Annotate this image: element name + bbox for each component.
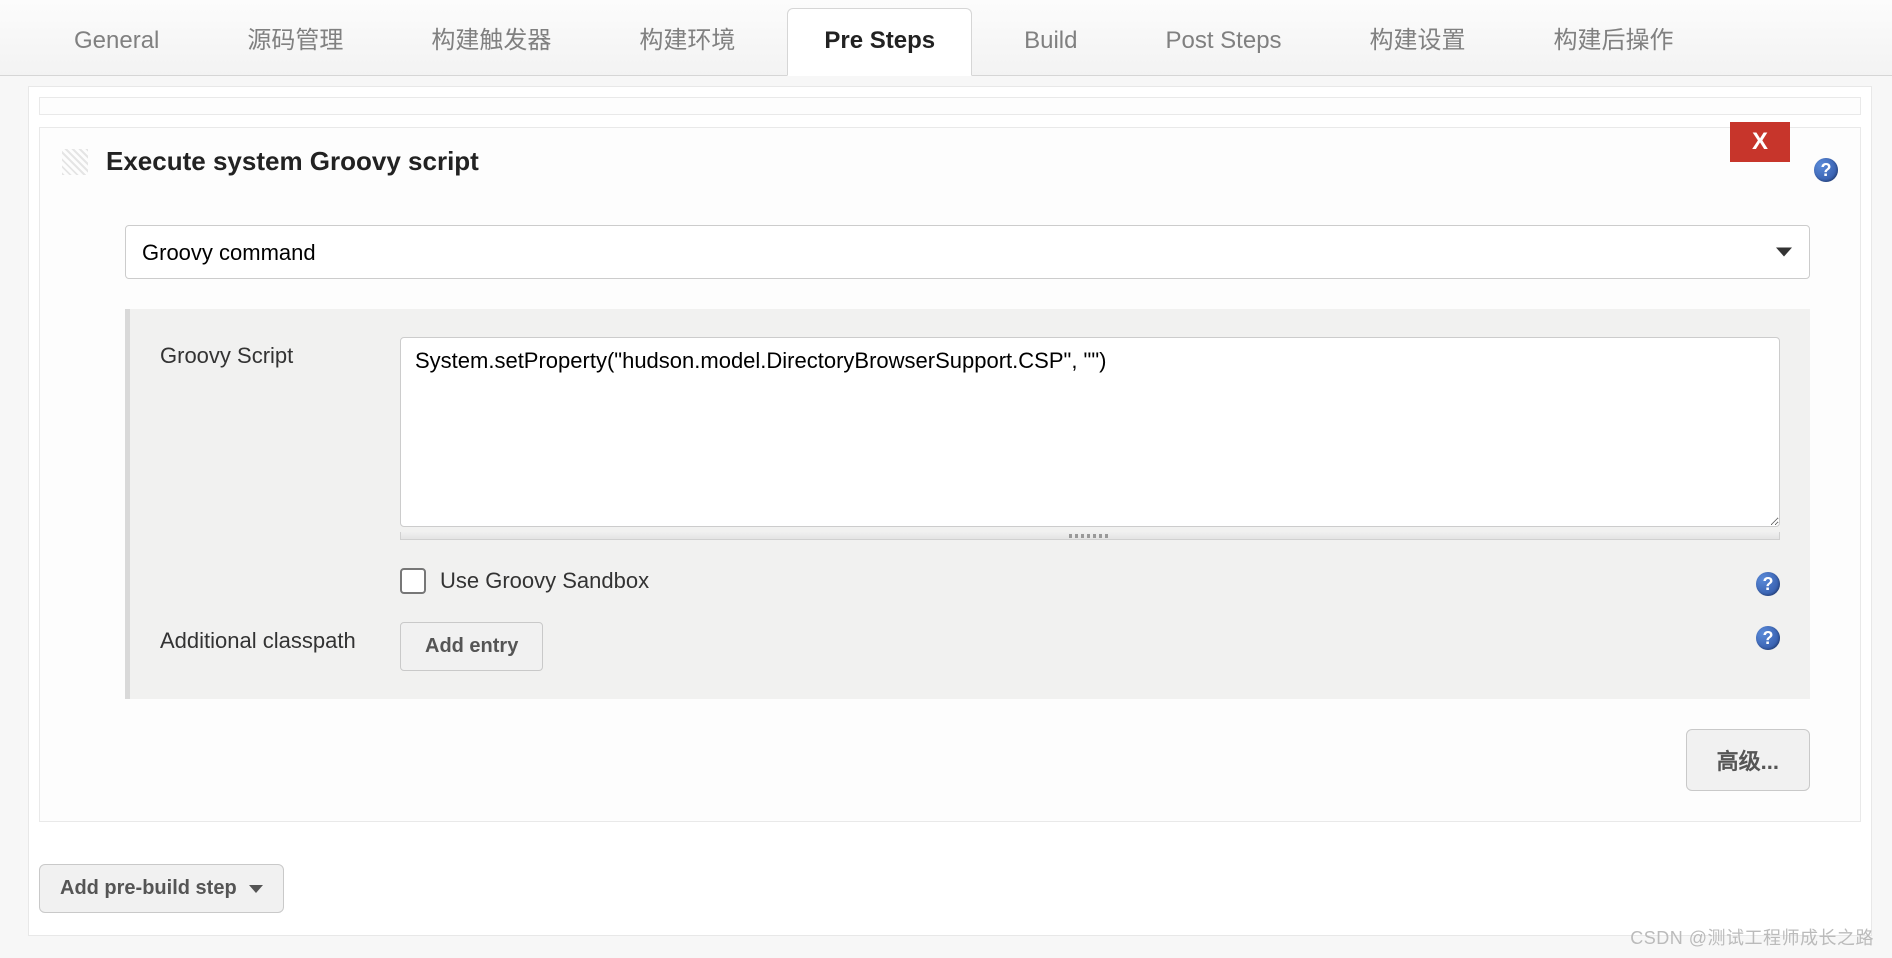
textarea-resize-handle[interactable] — [400, 532, 1780, 540]
previous-section-footer — [39, 97, 1861, 115]
step-title: Execute system Groovy script — [106, 146, 479, 177]
tab-general[interactable]: General — [38, 7, 195, 75]
tab-build-settings[interactable]: 构建设置 — [1334, 7, 1502, 75]
tab-post-build[interactable]: 构建后操作 — [1518, 7, 1710, 75]
build-step-block: X ? Execute system Groovy script Groovy … — [39, 127, 1861, 822]
help-icon[interactable]: ? — [1814, 158, 1838, 182]
groovy-script-label: Groovy Script — [160, 337, 400, 369]
groovy-script-textarea[interactable] — [400, 337, 1780, 527]
tab-post-steps[interactable]: Post Steps — [1129, 7, 1317, 75]
groovy-sandbox-label: Use Groovy Sandbox — [440, 568, 649, 594]
tab-pre-steps[interactable]: Pre Steps — [787, 8, 972, 76]
tab-build[interactable]: Build — [988, 7, 1113, 75]
delete-step-button[interactable]: X — [1730, 122, 1790, 162]
tab-triggers[interactable]: 构建触发器 — [395, 7, 587, 75]
config-box: Groovy Script Use Groovy Sandbox ? A — [125, 309, 1810, 699]
help-icon[interactable]: ? — [1756, 572, 1780, 596]
advanced-button[interactable]: 高级... — [1686, 729, 1810, 791]
chevron-down-icon — [249, 885, 263, 893]
config-tabs: General 源码管理 构建触发器 构建环境 Pre Steps Build … — [0, 0, 1892, 76]
additional-classpath-label: Additional classpath — [160, 622, 400, 654]
add-pre-build-step-button[interactable]: Add pre-build step — [39, 864, 284, 913]
add-entry-button[interactable]: Add entry — [400, 622, 543, 671]
main-panel: X ? Execute system Groovy script Groovy … — [28, 86, 1872, 936]
groovy-sandbox-checkbox[interactable] — [400, 568, 426, 594]
add-pre-build-step-label: Add pre-build step — [60, 877, 237, 900]
help-icon[interactable]: ? — [1756, 626, 1780, 650]
drag-handle-icon[interactable] — [62, 149, 88, 175]
script-type-select[interactable]: Groovy command — [125, 225, 1810, 279]
tab-build-env[interactable]: 构建环境 — [603, 7, 771, 75]
tab-scm[interactable]: 源码管理 — [211, 7, 379, 75]
watermark: CSDN @测试工程师成长之路 — [1630, 924, 1874, 950]
